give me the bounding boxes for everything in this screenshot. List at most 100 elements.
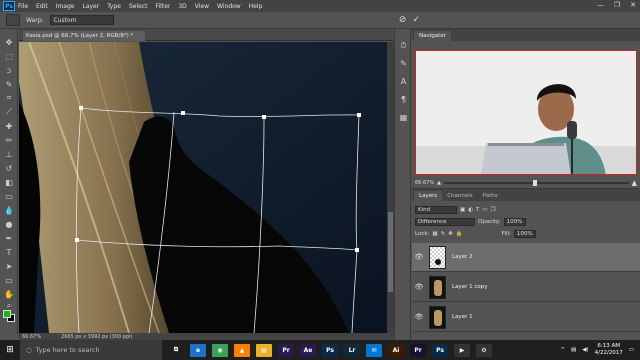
tab-layers[interactable]: Layers: [414, 191, 443, 201]
filter-type-icon[interactable]: T: [476, 207, 479, 213]
cancel-transform-icon[interactable]: ⊘: [399, 15, 407, 25]
character-panel-icon[interactable]: A: [399, 77, 408, 86]
document-canvas[interactable]: [19, 42, 387, 333]
menu-window[interactable]: Window: [217, 3, 241, 10]
menu-file[interactable]: File: [18, 3, 28, 10]
layer-row-layer-2[interactable]: 👁 Layer 2: [412, 243, 640, 272]
status-zoom[interactable]: 66.67%: [22, 334, 41, 340]
gradient-tool-icon[interactable]: ▭: [4, 191, 14, 201]
path-selection-tool-icon[interactable]: ➤: [4, 261, 14, 271]
taskbar-clock[interactable]: 6:13 AM 4/22/2017: [595, 343, 623, 357]
menu-select[interactable]: Select: [129, 3, 148, 10]
lock-all-icon[interactable]: 🔒: [456, 231, 463, 237]
hand-tool-icon[interactable]: ✋: [4, 289, 14, 299]
minimize-button[interactable]: —: [597, 1, 604, 9]
paragraph-panel-icon[interactable]: ¶: [399, 95, 408, 104]
clone-stamp-tool-icon[interactable]: ⊥: [4, 149, 14, 159]
layer-row-layer-1[interactable]: 👁 Layer 1: [412, 303, 640, 332]
close-button[interactable]: ✕: [630, 1, 636, 9]
menu-edit[interactable]: Edit: [36, 3, 48, 10]
slider-knob[interactable]: [532, 179, 537, 186]
navigator-preview[interactable]: [415, 50, 637, 175]
taskbar-app-icon[interactable]: e: [190, 343, 206, 357]
lock-position-icon[interactable]: ✥: [448, 231, 453, 237]
commit-transform-icon[interactable]: ✓: [412, 15, 420, 25]
filter-adjustment-icon[interactable]: ◐: [468, 207, 473, 213]
tray-chevron-icon[interactable]: ^: [560, 347, 565, 353]
menu-view[interactable]: View: [195, 3, 209, 10]
shape-tool-icon[interactable]: ▭: [4, 275, 14, 285]
quick-select-tool-icon[interactable]: ✎: [4, 79, 14, 89]
tab-navigator[interactable]: Navigator: [414, 31, 451, 41]
document-tab[interactable]: Kasia.psd @ 66.7% (Layer 2, RGB/8*) *: [23, 31, 145, 41]
fill-input[interactable]: 100%: [513, 229, 536, 238]
layer-name[interactable]: Layer 1: [452, 314, 473, 320]
menu-3d[interactable]: 3D: [178, 3, 186, 10]
healing-tool-icon[interactable]: ✚: [4, 121, 14, 131]
taskbar-app-icon[interactable]: ◉: [212, 343, 228, 357]
zoom-out-icon[interactable]: ▲: [437, 180, 441, 186]
taskbar-app-icon[interactable]: ▲: [234, 343, 250, 357]
visibility-eye-icon[interactable]: 👁: [412, 283, 426, 291]
taskbar-app-icon[interactable]: Lr: [344, 343, 360, 357]
zoom-in-icon[interactable]: ▲: [632, 179, 637, 187]
maximize-button[interactable]: ❐: [614, 1, 620, 9]
taskbar-app-icon[interactable]: Ps: [322, 343, 338, 357]
menu-filter[interactable]: Filter: [156, 3, 171, 10]
brush-settings-icon[interactable]: ✎: [399, 59, 408, 68]
taskbar-app-icon[interactable]: Ai: [388, 343, 404, 357]
layer-name[interactable]: Layer 1 copy: [452, 284, 487, 290]
navigator-zoom-value[interactable]: 66.67%: [415, 180, 434, 186]
visibility-eye-icon[interactable]: 👁: [412, 253, 426, 261]
taskbar-app-icon[interactable]: ⚙: [476, 343, 492, 357]
taskbar-search[interactable]: ○ Type here to search: [20, 340, 162, 360]
taskbar-app-icon[interactable]: Pr: [410, 343, 426, 357]
brush-tool-icon[interactable]: ✏: [4, 135, 14, 145]
properties-panel-icon[interactable]: ▦: [399, 113, 408, 122]
visibility-eye-icon[interactable]: 👁: [412, 313, 426, 321]
lock-image-icon[interactable]: ✎: [441, 231, 446, 237]
pen-tool-icon[interactable]: ✒: [4, 233, 14, 243]
menu-image[interactable]: Image: [56, 3, 75, 10]
taskbar-app-icon[interactable]: Pr: [278, 343, 294, 357]
navigator-zoom-slider[interactable]: [443, 179, 629, 186]
menu-layer[interactable]: Layer: [82, 3, 99, 10]
eyedropper-tool-icon[interactable]: ⟋: [4, 107, 14, 117]
crop-tool-icon[interactable]: ⌗: [4, 93, 14, 103]
blend-mode-select[interactable]: Difference: [415, 217, 475, 226]
opacity-input[interactable]: 100%: [503, 217, 526, 226]
lasso-tool-icon[interactable]: ↄ: [4, 65, 14, 75]
layer-row-layer-1-copy[interactable]: 👁 Layer 1 copy: [412, 273, 640, 302]
taskbar-app-icon[interactable]: ✉: [366, 343, 382, 357]
scrollbar-thumb[interactable]: [388, 212, 393, 292]
tab-channels[interactable]: Channels: [442, 191, 477, 201]
taskbar-app-icon[interactable]: Ae: [300, 343, 316, 357]
history-brush-tool-icon[interactable]: ↺: [4, 163, 14, 173]
volume-icon[interactable]: ◀): [582, 347, 588, 353]
type-tool-icon[interactable]: T: [4, 247, 14, 257]
dodge-tool-icon[interactable]: ●: [4, 219, 14, 229]
lock-transparent-icon[interactable]: ▦: [432, 231, 437, 237]
tool-preset-picker[interactable]: [6, 14, 20, 26]
windows-start-icon[interactable]: ⊞: [0, 345, 20, 355]
foreground-color-swatch[interactable]: [3, 310, 11, 318]
warp-style-select[interactable]: Custom: [49, 15, 114, 25]
menu-help[interactable]: Help: [249, 3, 263, 10]
history-panel-icon[interactable]: ⏱: [399, 41, 408, 50]
network-icon[interactable]: ▤: [571, 347, 576, 353]
eraser-tool-icon[interactable]: ◧: [4, 177, 14, 187]
notification-icon[interactable]: ▭: [629, 347, 634, 353]
layer-name[interactable]: Layer 2: [452, 254, 473, 260]
taskbar-app-icon[interactable]: ⧉: [168, 343, 184, 357]
filter-pixel-icon[interactable]: ▣: [460, 207, 465, 213]
marquee-tool-icon[interactable]: ⬚: [4, 51, 14, 61]
taskbar-app-icon[interactable]: Ps: [432, 343, 448, 357]
menu-type[interactable]: Type: [107, 3, 121, 10]
taskbar-app-icon[interactable]: ▤: [256, 343, 272, 357]
filter-shape-icon[interactable]: ▭: [482, 207, 487, 213]
filter-smart-icon[interactable]: ❒: [491, 207, 496, 213]
canvas-vertical-scrollbar[interactable]: [387, 42, 394, 333]
taskbar-app-icon[interactable]: ▶: [454, 343, 470, 357]
tab-paths[interactable]: Paths: [478, 191, 503, 201]
blur-tool-icon[interactable]: 💧: [4, 205, 14, 215]
